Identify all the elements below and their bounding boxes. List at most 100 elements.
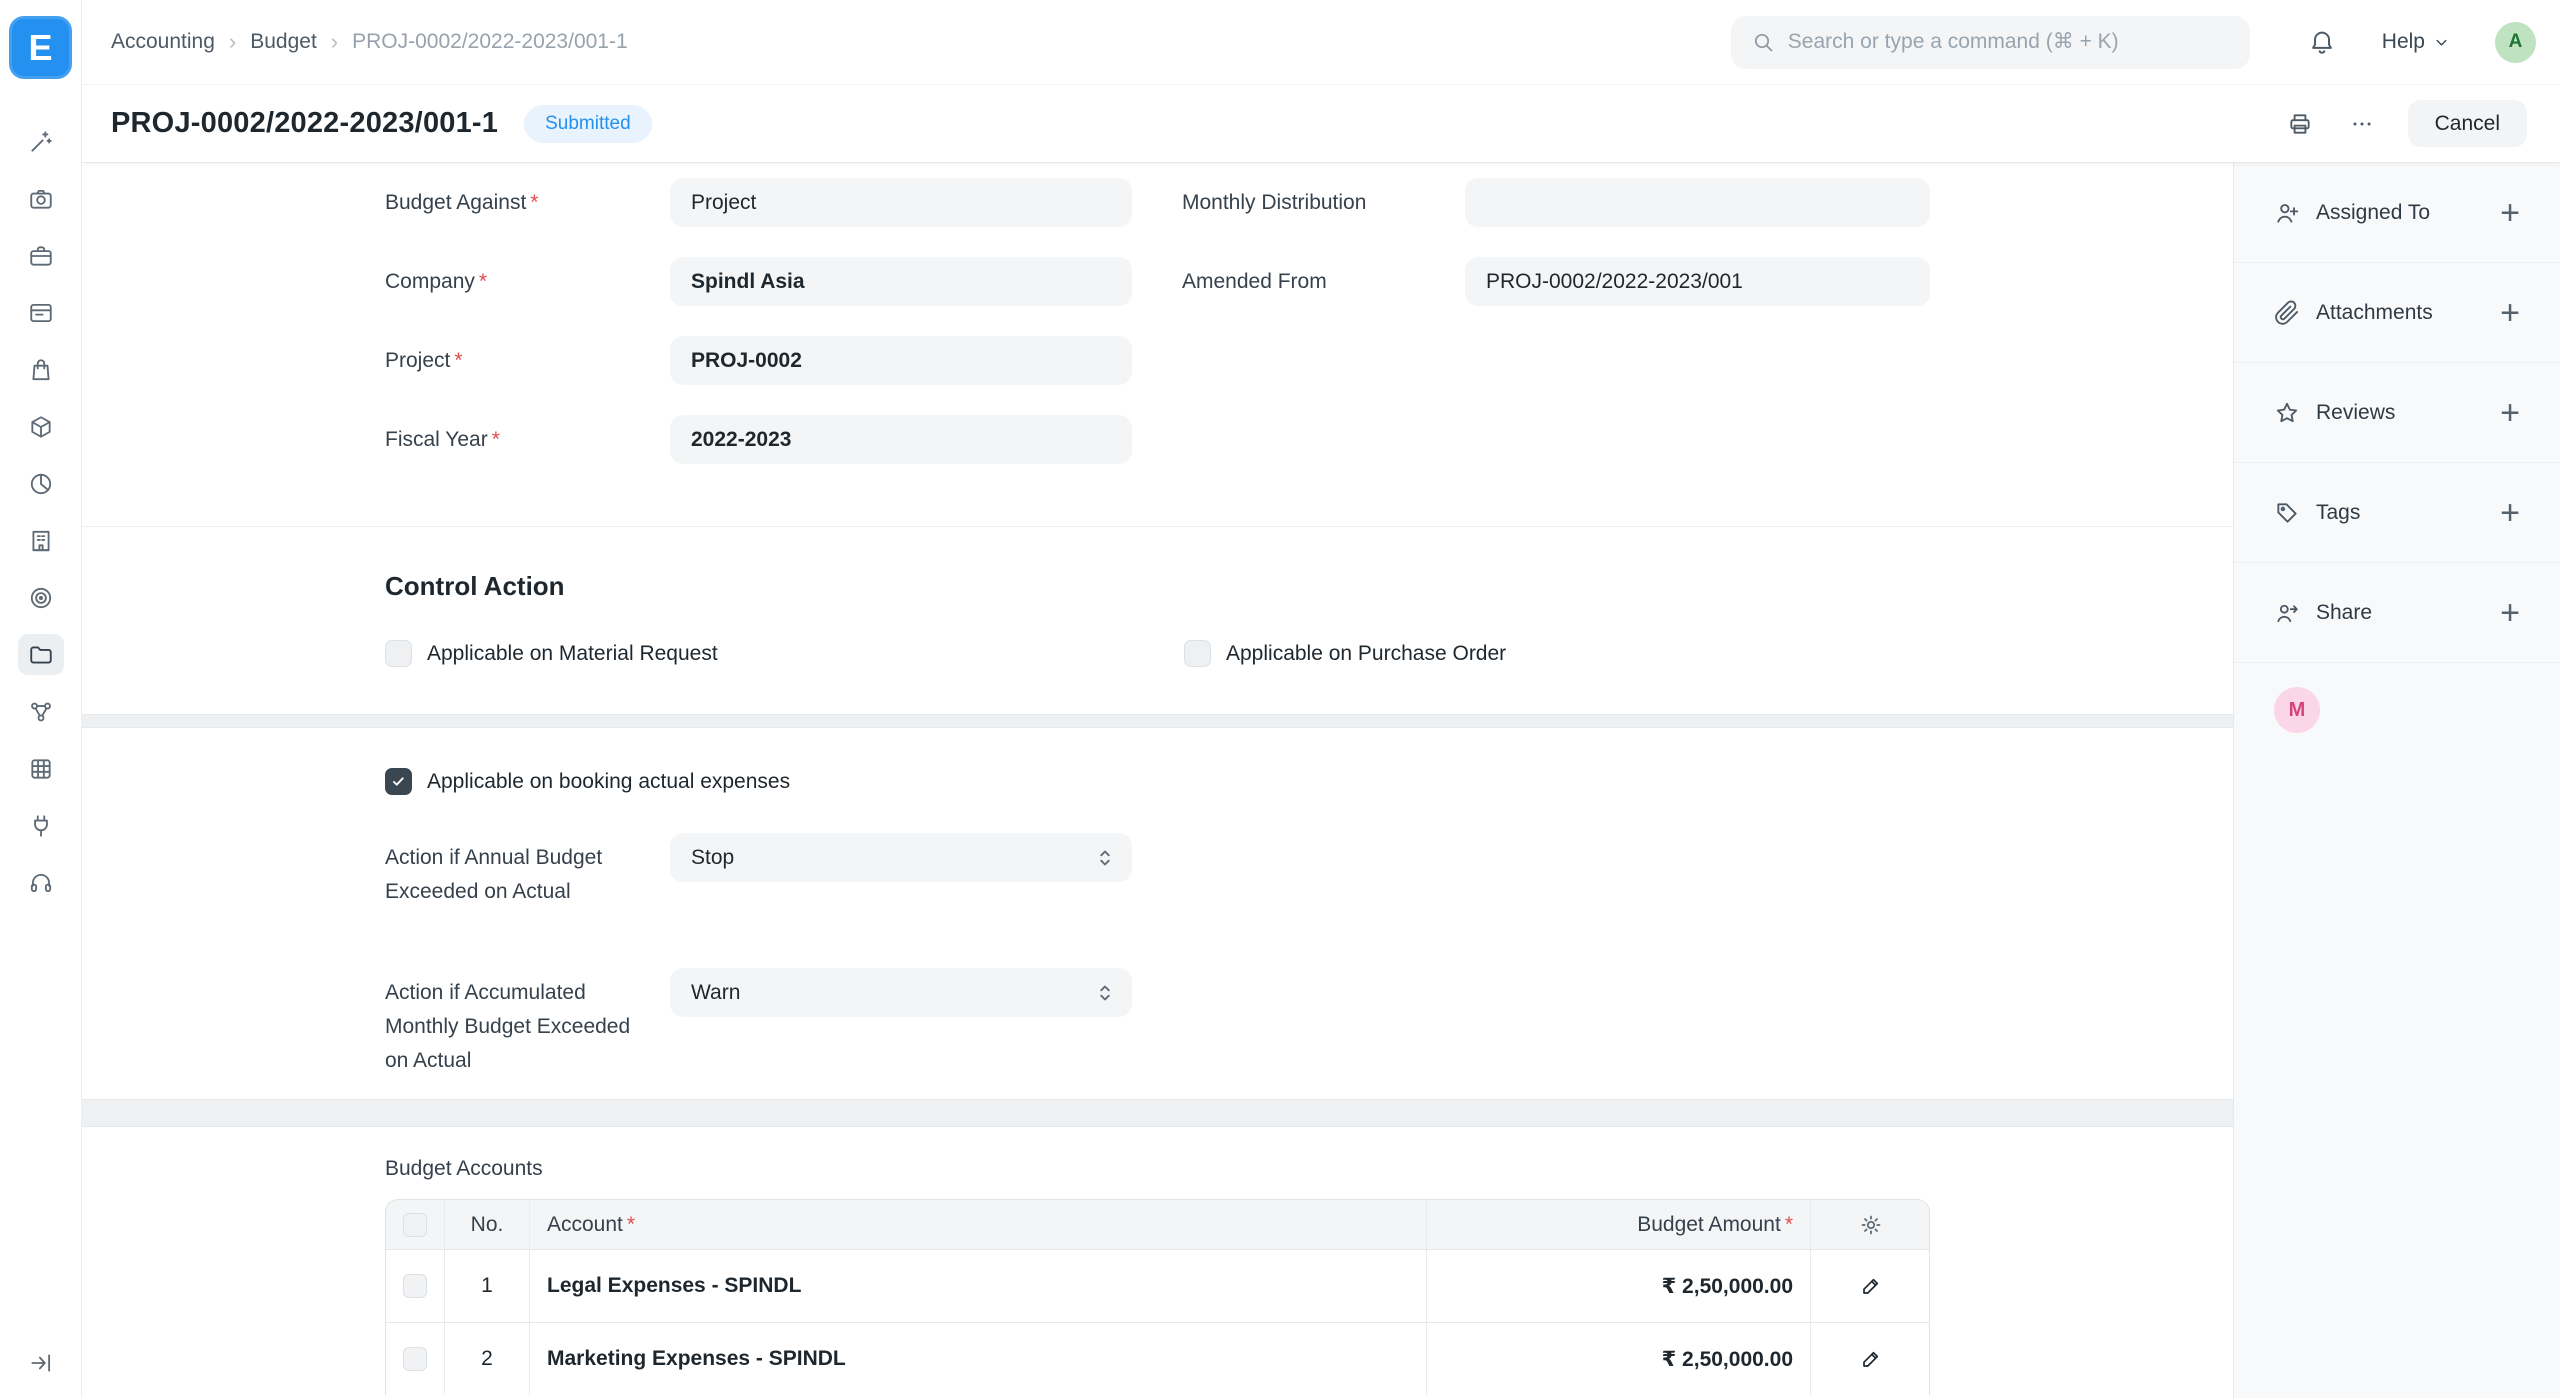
gear-icon: [1859, 1213, 1883, 1237]
bell-icon: [2308, 28, 2336, 56]
sidebar-item-workflow[interactable]: [18, 691, 64, 732]
sidebar-item-headset[interactable]: [18, 862, 64, 903]
sidebar-item-folder[interactable]: [18, 634, 64, 675]
notifications-button[interactable]: [2308, 28, 2336, 56]
content-area: Budget Against* Project Monthly Distribu…: [82, 163, 2560, 1398]
sidebar-item-target[interactable]: [18, 577, 64, 618]
row-edit-cell[interactable]: [1811, 1323, 1930, 1395]
left-sidebar-icons: [18, 121, 64, 903]
help-menu[interactable]: Help: [2382, 30, 2451, 54]
row-select-cell: [386, 1323, 445, 1395]
section-separator: [82, 1099, 2233, 1127]
annual-budget-action-select[interactable]: Stop: [670, 833, 1132, 882]
row-checkbox[interactable]: [403, 1274, 427, 1298]
app-logo[interactable]: E: [9, 16, 72, 79]
grid-icon: [28, 756, 54, 782]
required-star: *: [479, 270, 487, 293]
required-star: *: [530, 191, 538, 214]
material-request-check-item: Applicable on Material Request: [385, 640, 1184, 667]
page-title: PROJ-0002/2022-2023/001-1: [111, 107, 498, 140]
shared-user-avatar[interactable]: M: [2274, 687, 2320, 733]
tag-icon: [2274, 500, 2300, 526]
row-amount-cell[interactable]: ₹ 2,50,000.00: [1427, 1323, 1811, 1395]
status-badge: Submitted: [524, 105, 652, 143]
required-star: *: [454, 349, 462, 372]
control-action-heading: Control Action: [385, 571, 2233, 602]
print-button[interactable]: [2276, 101, 2324, 147]
sidebar-item-tags: Tags +: [2234, 463, 2560, 563]
row-account-cell[interactable]: Legal Expenses - SPINDL: [530, 1250, 1427, 1322]
field-row: Project* PROJ-0002: [385, 336, 2233, 385]
share-icon: [2274, 600, 2300, 626]
briefcase-icon: [28, 243, 54, 269]
purchase-order-checkbox[interactable]: [1184, 640, 1211, 667]
sidebar-item-wand[interactable]: [18, 121, 64, 162]
sidebar-item-building[interactable]: [18, 520, 64, 561]
sidebar-item-plug[interactable]: [18, 805, 64, 846]
breadcrumb-budget[interactable]: Budget: [250, 30, 317, 54]
target-icon: [28, 585, 54, 611]
section-budget-accounts: Budget Accounts No. Account* Budget Amou…: [82, 1127, 2233, 1398]
row-select-cell: [386, 1250, 445, 1322]
required-star: *: [492, 428, 500, 451]
header-settings-cell[interactable]: [1811, 1200, 1930, 1249]
annual-budget-action-label: Action if Annual Budget Exceeded on Actu…: [385, 833, 670, 909]
company-field[interactable]: Spindl Asia: [670, 257, 1132, 306]
sidebar-item-list[interactable]: [18, 292, 64, 333]
booking-expenses-checkbox[interactable]: [385, 768, 412, 795]
required-star: *: [627, 1213, 635, 1237]
global-search[interactable]: [1731, 16, 2250, 69]
section-budget-fields: Budget Against* Project Monthly Distribu…: [82, 163, 2233, 526]
add-share-button[interactable]: +: [2500, 596, 2520, 630]
pencil-icon: [1859, 1274, 1883, 1298]
collapse-sidebar-button[interactable]: [28, 1350, 54, 1376]
left-sidebar: E: [0, 0, 82, 1398]
sidebar-item-grid[interactable]: [18, 748, 64, 789]
sidebar-item-shopping-bag[interactable]: [18, 349, 64, 390]
right-sidebar: Assigned To + Attachments + Reviews + Ta…: [2233, 163, 2560, 1398]
purchase-order-label[interactable]: Applicable on Purchase Order: [1226, 642, 1506, 666]
material-request-label[interactable]: Applicable on Material Request: [427, 642, 718, 666]
budget-accounts-table: No. Account* Budget Amount* 1 Legal Expe…: [385, 1199, 1930, 1395]
breadcrumb-accounting[interactable]: Accounting: [111, 30, 215, 54]
sidebar-item-pie-chart[interactable]: [18, 463, 64, 504]
sidebar-item-package[interactable]: [18, 406, 64, 447]
share-label: Share: [2316, 601, 2372, 625]
search-input[interactable]: [1788, 30, 2230, 54]
pie-chart-icon: [28, 471, 54, 497]
section-separator: [82, 714, 2233, 728]
add-tag-button[interactable]: +: [2500, 496, 2520, 530]
monthly-budget-action-row: Action if Accumulated Monthly Budget Exc…: [385, 968, 2233, 1078]
monthly-distribution-field[interactable]: [1465, 178, 1930, 227]
project-field[interactable]: PROJ-0002: [670, 336, 1132, 385]
monthly-budget-action-label: Action if Accumulated Monthly Budget Exc…: [385, 968, 670, 1078]
row-checkbox[interactable]: [403, 1347, 427, 1371]
row-account-cell[interactable]: Marketing Expenses - SPINDL: [530, 1323, 1427, 1395]
monthly-budget-action-select[interactable]: Warn: [670, 968, 1132, 1017]
menu-button[interactable]: [2338, 101, 2386, 147]
amended-from-field[interactable]: PROJ-0002/2022-2023/001: [1465, 257, 1930, 306]
add-attachment-button[interactable]: +: [2500, 296, 2520, 330]
booking-check-item: Applicable on booking actual expenses: [385, 768, 2233, 795]
row-amount-cell[interactable]: ₹ 2,50,000.00: [1427, 1250, 1811, 1322]
select-value: Stop: [691, 846, 734, 870]
add-review-button[interactable]: +: [2500, 396, 2520, 430]
cancel-button[interactable]: Cancel: [2408, 100, 2527, 147]
sidebar-item-briefcase[interactable]: [18, 235, 64, 276]
add-assignment-button[interactable]: +: [2500, 196, 2520, 230]
material-request-checkbox[interactable]: [385, 640, 412, 667]
budget-against-field[interactable]: Project: [670, 178, 1132, 227]
list-icon: [28, 300, 54, 326]
tags-label: Tags: [2316, 501, 2360, 525]
row-no-cell: 1: [445, 1250, 530, 1322]
booking-expenses-label[interactable]: Applicable on booking actual expenses: [427, 770, 790, 794]
sidebar-item-camera[interactable]: [18, 178, 64, 219]
fiscal-year-field[interactable]: 2022-2023: [670, 415, 1132, 464]
select-all-checkbox[interactable]: [403, 1213, 427, 1237]
breadcrumb-separator: ›: [331, 29, 338, 55]
user-avatar[interactable]: A: [2495, 22, 2536, 63]
annual-budget-action-row: Action if Annual Budget Exceeded on Actu…: [385, 833, 2233, 909]
row-edit-cell[interactable]: [1811, 1250, 1930, 1322]
sidebar-item-reviews: Reviews +: [2234, 363, 2560, 463]
pencil-icon: [1859, 1347, 1883, 1371]
